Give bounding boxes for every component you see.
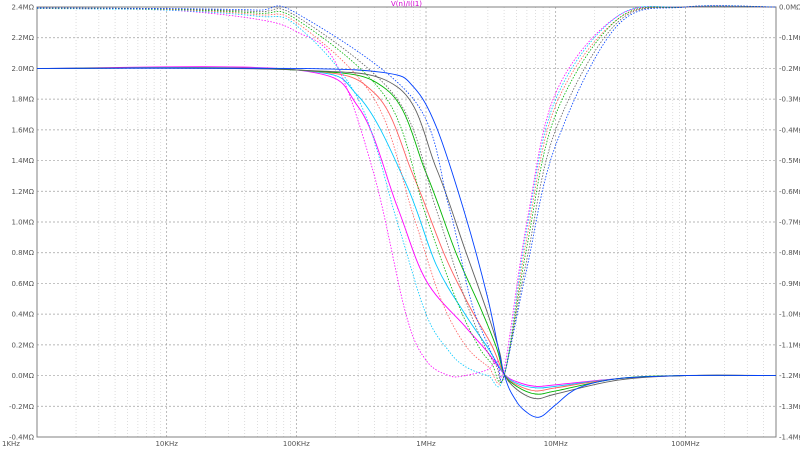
bode-plot[interactable]: 2.4MΩ 2.2MΩ 2.0MΩ 1.8MΩ 1.6MΩ 1.4MΩ 1.2MΩ 1.0MΩ… bbox=[0, 0, 800, 449]
right-y-tick-label: -0.1MΩ bbox=[779, 34, 800, 42]
x-tick-label: 1KHz bbox=[2, 440, 20, 448]
right-y-tick-label: -0.6MΩ bbox=[779, 188, 800, 196]
right-y-tick-label: -1.1MΩ bbox=[779, 341, 800, 349]
left-y-tick-label: 1.8MΩ bbox=[11, 96, 34, 104]
x-tick-label: 100KHz bbox=[283, 440, 310, 448]
plot-window: 2.4MΩ 2.2MΩ 2.0MΩ 1.8MΩ 1.6MΩ 1.4MΩ 1.2MΩ 1.0MΩ… bbox=[0, 0, 800, 449]
left-y-tick-label: 1.6MΩ bbox=[11, 126, 34, 134]
left-y-tick-label: 2.0MΩ bbox=[11, 65, 34, 73]
left-y-tick-label: 1.0MΩ bbox=[11, 219, 34, 227]
trace-title[interactable]: V(n)/I(I1) bbox=[391, 0, 422, 8]
left-y-tick-label: 0.0MΩ bbox=[11, 372, 34, 380]
right-y-tick-label: -0.3MΩ bbox=[779, 96, 800, 104]
x-tick-label: 1MHz bbox=[416, 440, 436, 448]
x-tick-label: 100MHz bbox=[671, 440, 700, 448]
left-y-tick-label: 2.2MΩ bbox=[11, 34, 34, 42]
right-y-tick-label: -0.8MΩ bbox=[779, 249, 800, 257]
left-y-tick-label: -0.2MΩ bbox=[9, 403, 35, 411]
left-y-tick-label: 0.6MΩ bbox=[11, 280, 34, 288]
right-y-tick-label: -1.3MΩ bbox=[779, 403, 800, 411]
left-y-tick-label: 1.4MΩ bbox=[11, 157, 34, 165]
right-y-tick-label: -0.4MΩ bbox=[779, 126, 800, 134]
right-y-tick-label: -0.5MΩ bbox=[779, 157, 800, 165]
right-y-tick-label: -1.2MΩ bbox=[779, 372, 800, 380]
right-y-tick-label: -1.4MΩ bbox=[779, 434, 800, 442]
right-y-tick-label: -0.9MΩ bbox=[779, 280, 800, 288]
left-y-tick-label: 0.8MΩ bbox=[11, 249, 34, 257]
right-y-tick-label: -0.7MΩ bbox=[779, 219, 800, 227]
left-y-tick-label: 0.2MΩ bbox=[11, 341, 34, 349]
left-y-tick-label: 0.4MΩ bbox=[11, 311, 34, 319]
left-y-tick-label: 1.2MΩ bbox=[11, 188, 34, 196]
left-y-tick-label: 2.4MΩ bbox=[11, 4, 34, 12]
right-y-tick-label: -0.2MΩ bbox=[779, 65, 800, 73]
right-y-tick-label: -1.0MΩ bbox=[779, 311, 800, 319]
x-tick-label: 10MHz bbox=[544, 440, 568, 448]
x-tick-label: 10KHz bbox=[155, 440, 178, 448]
right-y-tick-label: 0.0MΩ bbox=[779, 4, 800, 12]
